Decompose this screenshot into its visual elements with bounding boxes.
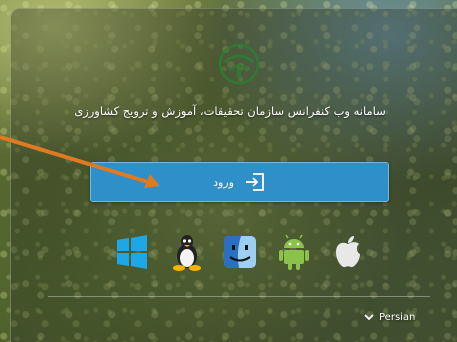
login-button[interactable]: ورود: [90, 162, 389, 202]
login-button-label: ورود: [213, 175, 234, 189]
windows-icon[interactable]: [113, 232, 151, 272]
apple-icon[interactable]: [329, 232, 367, 272]
divider: [48, 296, 430, 297]
client-download-icons: [113, 232, 363, 272]
linux-icon[interactable]: [168, 232, 206, 272]
language-selector[interactable]: Persian: [364, 308, 415, 326]
language-label: Persian: [379, 311, 416, 323]
mac-finder-icon[interactable]: [221, 232, 259, 272]
chevron-down-icon: [364, 314, 374, 321]
login-icon: [245, 173, 264, 191]
android-icon[interactable]: [275, 232, 313, 272]
organization-logo: [218, 43, 260, 85]
system-title: سامانه وب کنفرانس سازمان تحقیقات، آموزش …: [74, 104, 386, 118]
